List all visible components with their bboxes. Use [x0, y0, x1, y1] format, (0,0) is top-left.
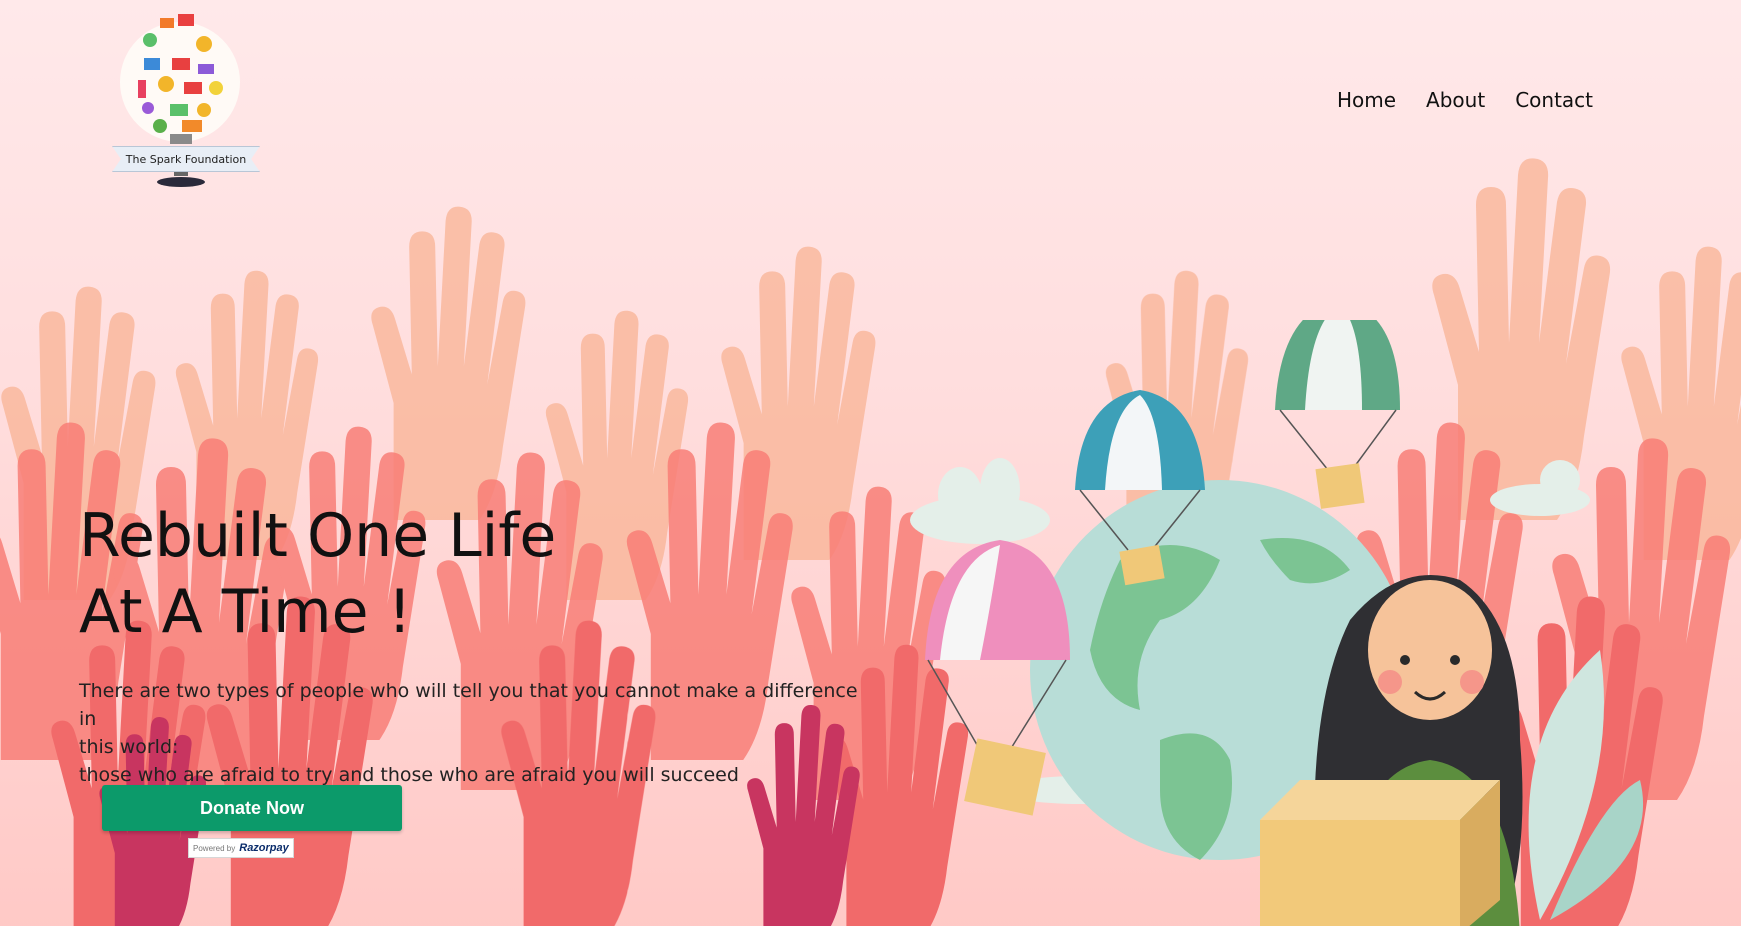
hero-title: Rebuilt One Life At A Time !	[79, 498, 556, 650]
hero-subtitle-line-2: this world:	[79, 736, 179, 758]
hero-title-line-2: At A Time !	[79, 577, 412, 647]
donation-illustration	[910, 320, 1644, 934]
donate-now-button[interactable]: Donate Now	[102, 785, 402, 831]
leaf-icon	[1528, 650, 1644, 920]
logo-text: The Spark Foundation	[125, 152, 247, 166]
hero-subtitle: There are two types of people who will t…	[79, 677, 879, 789]
nav-about[interactable]: About	[1426, 88, 1485, 112]
main-nav: Home About Contact	[1337, 88, 1593, 112]
razorpay-badge[interactable]: Powered by Razorpay	[188, 838, 294, 858]
nav-home[interactable]: Home	[1337, 88, 1396, 112]
landing-page: The Spark Foundation Home About Contact …	[0, 0, 1741, 934]
razorpay-logo: Razorpay	[239, 842, 289, 854]
sparkfoundation-logo[interactable]: The Spark Foundation	[100, 10, 270, 195]
box-icon	[1260, 780, 1500, 934]
bottom-strip	[0, 926, 1741, 934]
logo-banner: The Spark Foundation	[112, 146, 260, 172]
powered-by-label: Powered by	[193, 843, 236, 853]
nav-contact[interactable]: Contact	[1515, 88, 1593, 112]
hero-subtitle-line-1: There are two types of people who will t…	[79, 680, 858, 730]
parachute-icon	[1275, 320, 1400, 509]
hero-title-line-1: Rebuilt One Life	[79, 501, 557, 571]
